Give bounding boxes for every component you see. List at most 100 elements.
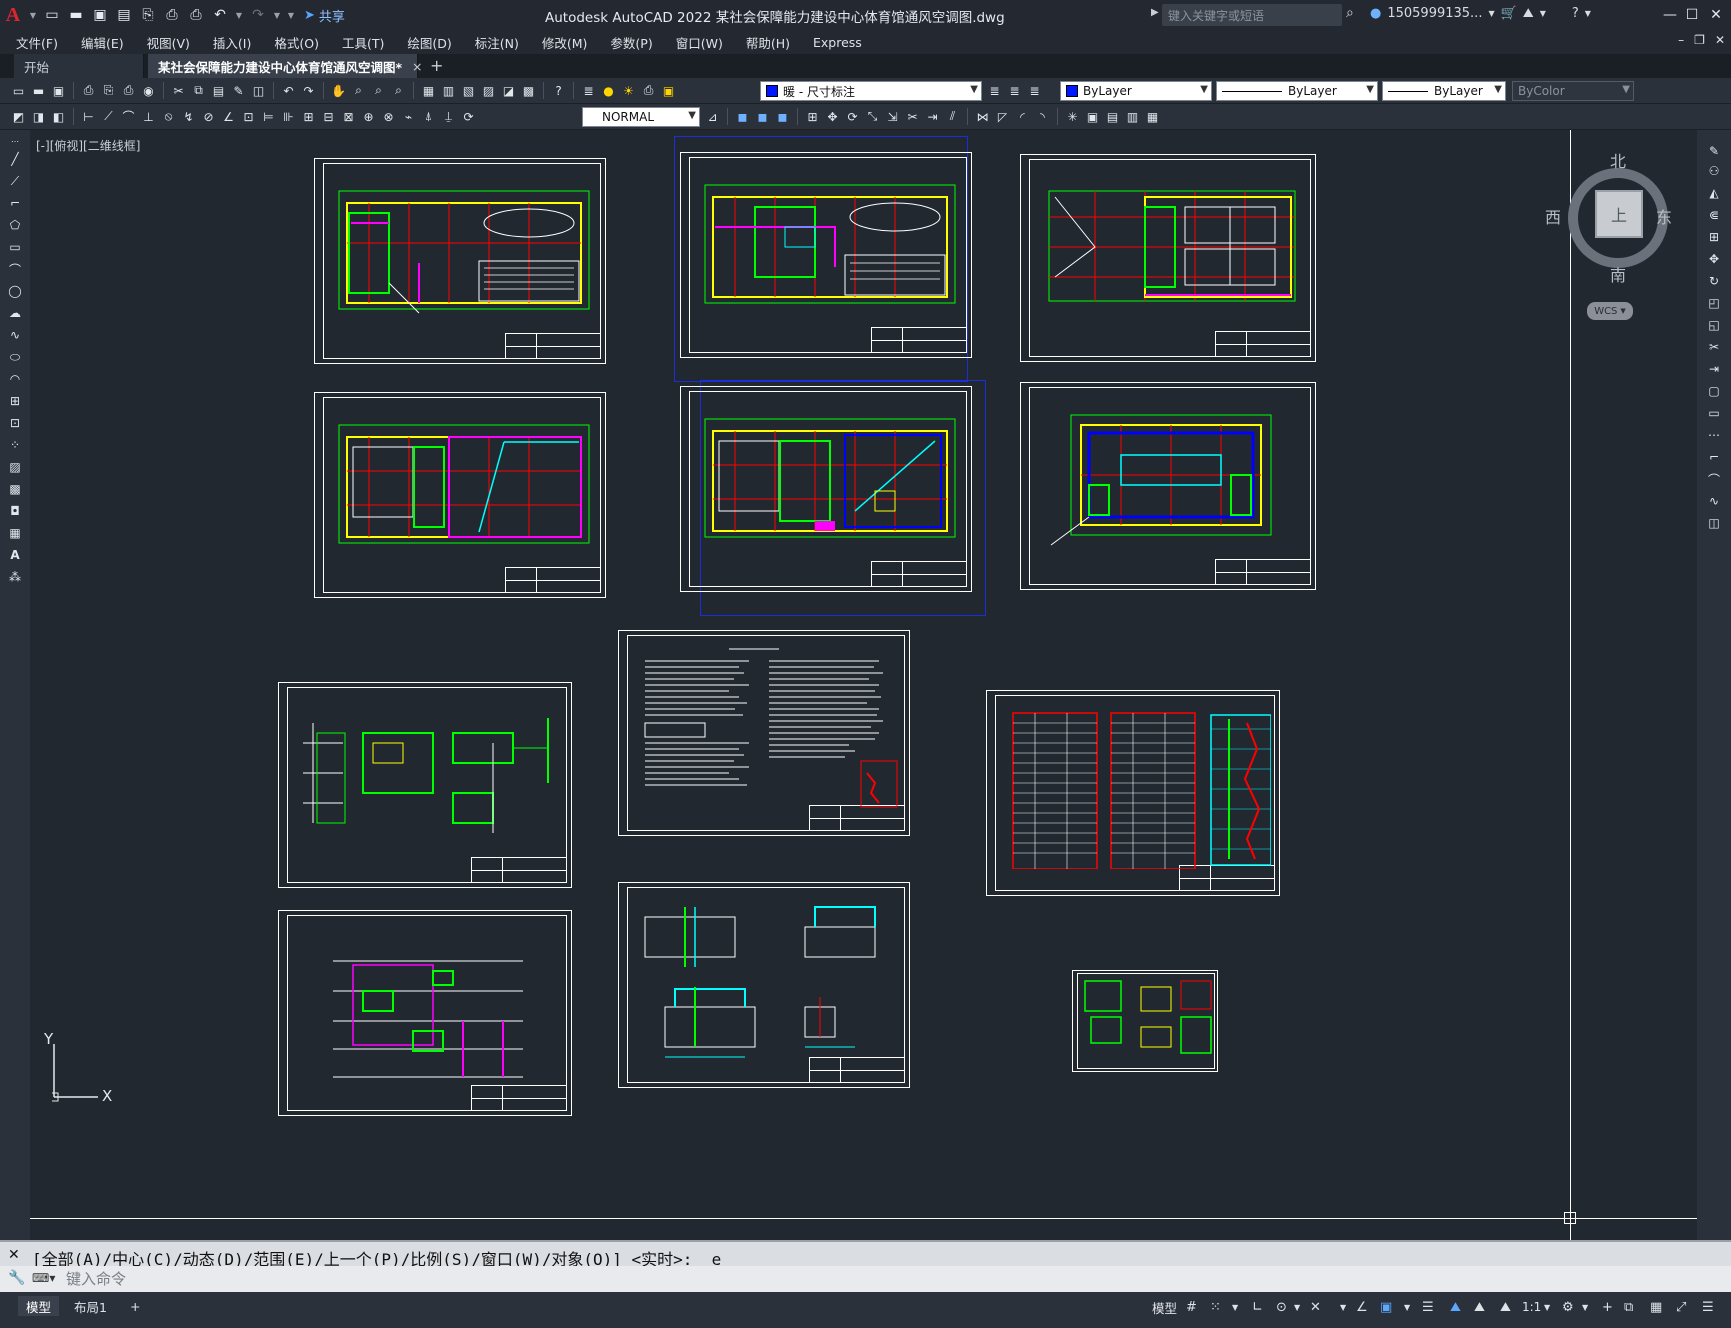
zoom-window-icon[interactable]: ⌕	[370, 82, 387, 99]
lineweight-icon[interactable]: ☰	[1422, 1298, 1434, 1316]
point-icon[interactable]: ⁘	[6, 436, 24, 454]
tab-active-drawing[interactable]: 某社会保障能力建设中心体育馆通风空调图* ×	[148, 54, 423, 78]
command-input[interactable]	[66, 1269, 1716, 1289]
array-icon[interactable]: ⊞	[1705, 228, 1723, 246]
color-dropdown[interactable]: ByLayer ▼	[1060, 81, 1212, 101]
undo-dropdown-icon[interactable]: ▼	[234, 5, 244, 25]
rotate-icon[interactable]: ⟳	[844, 108, 861, 125]
close-button[interactable]: ✕	[1704, 4, 1728, 26]
chamfer-icon[interactable]: ⌐	[1705, 448, 1723, 466]
print-icon[interactable]: ⎙	[80, 82, 97, 99]
layer-properties-icon[interactable]: ≣	[580, 82, 597, 99]
help-icon[interactable]: ?	[1572, 6, 1579, 21]
calculator-icon[interactable]: ▩	[520, 82, 537, 99]
save-icon[interactable]: ▣	[90, 5, 110, 25]
close-commandline-icon[interactable]: ✕	[8, 1247, 20, 1263]
customization-menu-icon[interactable]: ☰	[1702, 1298, 1714, 1316]
clean-screen-icon[interactable]: ⤢	[1676, 1298, 1686, 1316]
hardware-acceleration-icon[interactable]: ▦	[1650, 1298, 1662, 1316]
cart-icon[interactable]: 🛒	[1501, 6, 1517, 21]
wblock-icon[interactable]: ▦	[1144, 108, 1161, 125]
menu-draw[interactable]: 绘图(D)	[407, 33, 451, 52]
workspace-dropdown-icon[interactable]: ▼	[1582, 1298, 1588, 1316]
drawing-sheet-plan-4[interactable]	[314, 392, 606, 598]
block-editor-icon[interactable]: ◫	[250, 82, 267, 99]
baseline-dim-icon[interactable]: ⊨	[260, 108, 277, 125]
make-current-layer-icon[interactable]: ≣	[986, 82, 1003, 99]
add-selected-icon[interactable]: ⁂	[6, 568, 24, 586]
drawing-sheet-plan-3[interactable]	[1020, 154, 1316, 362]
blend-icon[interactable]: ◝	[1034, 108, 1051, 125]
new-icon[interactable]: ▭	[10, 82, 27, 99]
extend-icon[interactable]: ⇥	[1705, 360, 1723, 378]
paste-icon[interactable]: ▤	[210, 82, 227, 99]
break-icon[interactable]: ⫽	[944, 108, 961, 125]
menu-edit[interactable]: 编辑(E)	[81, 33, 124, 52]
redo-icon[interactable]: ↷	[248, 5, 268, 25]
lineweight-dropdown[interactable]: ByLayer ▼	[1382, 81, 1506, 101]
menu-dimension[interactable]: 标注(N)	[475, 33, 519, 52]
move-icon[interactable]: ✥	[824, 108, 841, 125]
autodesk-app-icon[interactable]: ⛰	[1523, 6, 1534, 21]
menu-tools[interactable]: 工具(T)	[342, 33, 384, 52]
offset-icon[interactable]: ⋐	[1705, 206, 1723, 224]
wcs-menu-button[interactable]: WCS ▼	[1587, 302, 1633, 320]
arc-length-icon[interactable]: ⌒	[120, 108, 137, 125]
linetype-dropdown[interactable]: ByLayer ▼	[1216, 81, 1378, 101]
compass-west[interactable]: 西	[1545, 204, 1561, 228]
design-center-icon[interactable]: ▥	[440, 82, 457, 99]
osnap-settings-dropdown-icon[interactable]: ▼	[1404, 1298, 1410, 1316]
markup-icon[interactable]: ◪	[500, 82, 517, 99]
copy-icon[interactable]: ⚇	[1705, 162, 1723, 180]
annotation-visibility-icon[interactable]: ⛰	[1450, 1298, 1461, 1316]
workspace-gear-icon[interactable]: ⚙	[1562, 1298, 1574, 1316]
drawing-sheet-plan-2[interactable]	[680, 152, 972, 358]
app-logo-icon[interactable]: A	[0, 0, 26, 30]
annotation-scale-icon[interactable]: ⛰	[1500, 1298, 1511, 1316]
add-icon[interactable]: +	[1602, 1298, 1613, 1316]
search-expand-arrow-icon[interactable]: ▶	[1151, 7, 1159, 18]
line-icon[interactable]: ╱	[6, 150, 24, 168]
ungroup-icon[interactable]: ◧	[50, 108, 67, 125]
quick-dim-icon[interactable]: ⊡	[240, 108, 257, 125]
menu-window[interactable]: 窗口(W)	[676, 33, 723, 52]
stretch-icon[interactable]: ◱	[1705, 316, 1723, 334]
3d-print-icon[interactable]: ◉	[140, 82, 157, 99]
drawing-sheet-system-2[interactable]	[278, 910, 572, 1116]
polar-dropdown-icon[interactable]: ▼	[1294, 1298, 1300, 1316]
insert-block-icon[interactable]: ⊞	[6, 392, 24, 410]
add-layout-button[interactable]: +	[122, 1296, 148, 1316]
fillet-icon[interactable]: ◜	[1014, 108, 1031, 125]
spline-icon[interactable]: ∿	[6, 326, 24, 344]
layer-states-icon[interactable]: ≣	[1026, 82, 1043, 99]
new-file-icon[interactable]: ▭	[42, 5, 62, 25]
jogged-linear-icon[interactable]: ⌁	[400, 108, 417, 125]
doc-close-icon[interactable]: ✕	[1715, 33, 1725, 47]
search-icon[interactable]: ⌕	[1346, 5, 1354, 21]
minimize-button[interactable]: —	[1658, 4, 1682, 26]
tab-layout1[interactable]: 布局1	[66, 1296, 115, 1316]
drawing-sheet-plan-5[interactable]	[680, 386, 972, 592]
ellipse-icon[interactable]: ⬭	[6, 348, 24, 366]
offset-icon[interactable]: ◼	[774, 108, 791, 125]
tab-start[interactable]: 开始	[14, 54, 144, 78]
break-at-point-icon[interactable]: ▢	[1705, 382, 1723, 400]
osnap-dropdown-icon[interactable]: ▼	[1340, 1298, 1346, 1316]
recent-commands-icon[interactable]: ⌨▾	[32, 1271, 55, 1285]
menu-view[interactable]: 视图(V)	[147, 33, 190, 52]
layer-previous-icon[interactable]: ≣	[1006, 82, 1023, 99]
layer-dropdown[interactable]: 暖 - 尺寸标注 ▼	[760, 81, 982, 101]
sheet-set-icon[interactable]: ▨	[480, 82, 497, 99]
publish-icon[interactable]: ⎙	[120, 82, 137, 99]
arc-icon[interactable]: ⌒	[6, 260, 24, 278]
snap-icon[interactable]: ⁙	[1210, 1298, 1221, 1316]
model-space-button[interactable]: 模型	[1152, 1298, 1177, 1316]
ellipse-arc-icon[interactable]: ◠	[6, 370, 24, 388]
isolate-objects-icon[interactable]: ⧉	[1624, 1298, 1633, 1316]
help-icon[interactable]: ?	[550, 82, 567, 99]
continue-dim-icon[interactable]: ⊪	[280, 108, 297, 125]
dim-update-icon[interactable]: ⟳	[460, 108, 477, 125]
layer-plot-icon[interactable]: ⎙	[640, 82, 657, 99]
attribute-icon[interactable]: ▥	[1124, 108, 1141, 125]
dim-break-icon[interactable]: ⊟	[320, 108, 337, 125]
